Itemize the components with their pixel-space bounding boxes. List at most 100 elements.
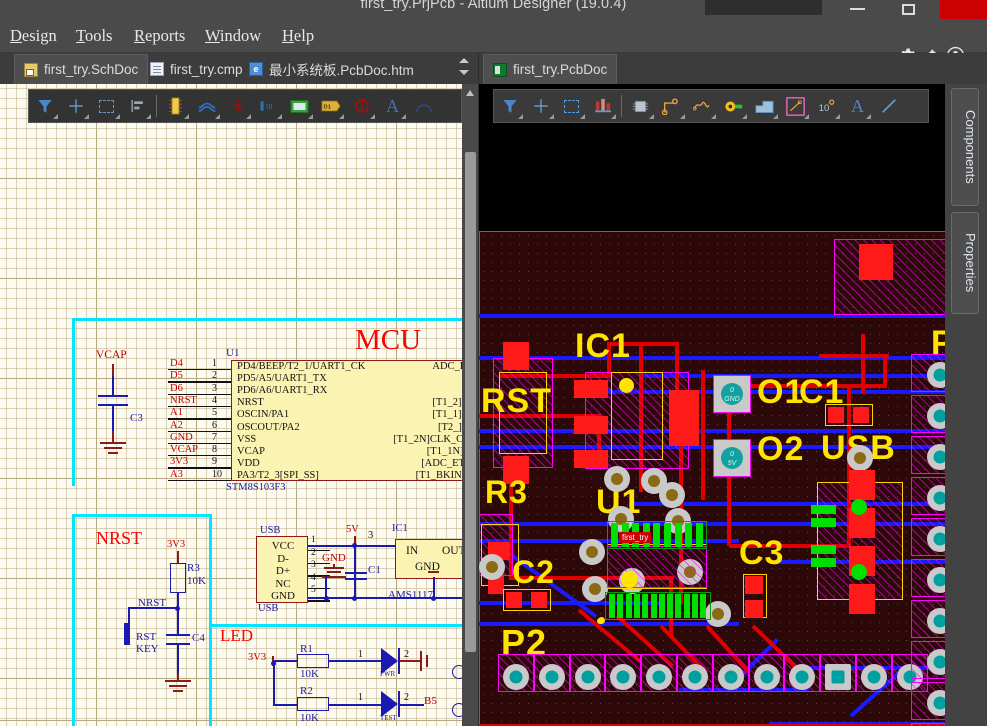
u1-pad-top-4[interactable] [653, 523, 660, 547]
layer-stack-icon[interactable] [587, 92, 618, 120]
c1-pad-2[interactable] [853, 407, 869, 423]
u1-pad-bottom-10[interactable] [692, 594, 698, 618]
sheet-symbol-icon[interactable] [284, 92, 315, 120]
via-3[interactable] [659, 482, 685, 508]
scrollbar-thumb[interactable] [465, 152, 476, 652]
p2-pad-11[interactable] [861, 664, 887, 690]
menu-help[interactable]: Help [282, 26, 314, 48]
u1-pad-top-6[interactable] [675, 523, 682, 547]
u1-pad-bottom-2[interactable] [626, 594, 632, 618]
p2-pad-5[interactable] [646, 664, 672, 690]
u1-pad-bottom-0[interactable] [609, 594, 615, 618]
u1-pad-bottom-5[interactable] [651, 594, 657, 618]
r1-resistor-symbol[interactable] [297, 654, 329, 668]
menu-reports[interactable]: Reports [134, 26, 185, 48]
ic1-pad-1[interactable] [574, 380, 608, 398]
schematic-vertical-scrollbar[interactable] [462, 84, 478, 726]
tab-first-try-schdoc[interactable]: first_try.SchDoc [14, 54, 148, 84]
p2-pad-1[interactable] [503, 664, 529, 690]
component-icon[interactable] [160, 92, 191, 120]
area-select-icon[interactable] [556, 92, 587, 120]
coordinate-icon[interactable]: 10 [811, 92, 842, 120]
align-icon[interactable] [122, 92, 153, 120]
route-track-icon[interactable] [656, 92, 687, 120]
via-icon[interactable] [718, 92, 749, 120]
testpoint-gnd[interactable]: 0GND [713, 375, 751, 413]
dimension-icon[interactable] [780, 92, 811, 120]
tab-scroll-spinner[interactable] [456, 57, 472, 79]
wire-icon[interactable] [191, 92, 222, 120]
menu-design[interactable]: Design [10, 26, 57, 48]
c2-pad-2[interactable] [531, 592, 547, 608]
minimize-button[interactable] [838, 0, 878, 19]
usb-shield-pad-4[interactable] [811, 558, 836, 567]
schematic-editor[interactable]: III D1 A [0, 84, 478, 726]
u1-pad-bottom-11[interactable] [700, 594, 706, 618]
string-icon[interactable]: A [842, 92, 873, 120]
crosshair-place-icon[interactable] [525, 92, 556, 120]
ic1-pad-4[interactable] [669, 390, 699, 446]
gnd-power-port-icon[interactable] [222, 92, 253, 120]
c3-pad-2[interactable] [745, 600, 763, 618]
u1-testpoint[interactable] [621, 571, 638, 588]
u1-pad-bottom-9[interactable] [684, 594, 690, 618]
tab-pcbdoc-htm[interactable]: e 最小系统板.PcbDoc.htm [240, 54, 423, 84]
u1-pad-bottom-3[interactable] [634, 594, 640, 618]
ic1-pad-3[interactable] [574, 450, 608, 468]
panel-tab-properties[interactable]: Properties [951, 212, 979, 314]
u1-pad-bottom-8[interactable] [675, 594, 681, 618]
footprint-icon[interactable] [625, 92, 656, 120]
usb-shield-pad-3[interactable] [811, 545, 836, 554]
p2-pad-2[interactable] [539, 664, 565, 690]
filter-icon[interactable] [29, 92, 60, 120]
u1-pad-top-7[interactable] [685, 523, 692, 547]
usb-via[interactable] [847, 445, 873, 471]
c3-pad-1[interactable] [745, 576, 763, 594]
line-icon[interactable] [873, 92, 904, 120]
filter-icon[interactable] [494, 92, 525, 120]
no-erc-icon[interactable] [346, 92, 377, 120]
r2-resistor-symbol[interactable] [297, 697, 329, 711]
tab-first-try-cmp[interactable]: first_try.cmp [141, 54, 252, 84]
net-label-icon[interactable]: III [253, 92, 284, 120]
usb-pad-4[interactable] [849, 584, 875, 614]
rst-switch-symbol[interactable] [124, 623, 130, 645]
right-pad-1[interactable] [859, 244, 893, 280]
u1-pad-bottom-4[interactable] [642, 594, 648, 618]
p2-pad-3[interactable] [575, 664, 601, 690]
via-8[interactable] [479, 554, 505, 580]
p2-pad-8[interactable] [754, 664, 780, 690]
r3-resistor-symbol[interactable] [170, 563, 186, 593]
via-1[interactable] [604, 466, 630, 492]
maximize-button[interactable] [889, 0, 929, 19]
u1-pad-bottom-7[interactable] [667, 594, 673, 618]
ic1-testpoint[interactable] [619, 378, 634, 393]
u1-pad-bottom-1[interactable] [617, 594, 623, 618]
usb-pad-1[interactable] [849, 470, 875, 500]
port-icon[interactable]: D1 [315, 92, 346, 120]
arc-icon[interactable] [408, 92, 439, 120]
tab-first-try-pcbdoc[interactable]: first_try.PcbDoc [483, 54, 617, 84]
p2-pad-10[interactable] [825, 664, 851, 690]
scroll-up-arrow[interactable] [466, 90, 474, 96]
testpoint-5v[interactable]: 05V [713, 439, 751, 477]
panel-tab-components[interactable]: Components [951, 88, 979, 206]
u1-pad-top-8[interactable] [696, 523, 703, 547]
p2-pad-6[interactable] [682, 664, 708, 690]
p2-pad-7[interactable] [718, 664, 744, 690]
ic1-pad-2[interactable] [574, 416, 608, 434]
polygon-pour-icon[interactable] [749, 92, 780, 120]
u1-pad-bottom-6[interactable] [659, 594, 665, 618]
text-string-icon[interactable]: A [377, 92, 408, 120]
crosshair-place-icon[interactable] [60, 92, 91, 120]
area-select-icon[interactable] [91, 92, 122, 120]
rst-pad-1[interactable] [503, 342, 529, 370]
u1-pad-top-5[interactable] [664, 523, 671, 547]
via-6[interactable] [579, 539, 605, 565]
usb-shield-pad-1[interactable] [811, 505, 836, 514]
c1-pad-1[interactable] [828, 407, 844, 423]
usb-shield-pad-2[interactable] [811, 518, 836, 527]
close-button[interactable] [940, 0, 987, 19]
title-search-box[interactable] [705, 0, 822, 15]
menu-tools[interactable]: Tools [76, 26, 112, 48]
